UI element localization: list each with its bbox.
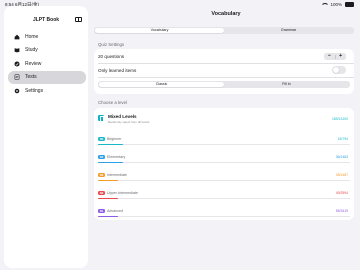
level-n1[interactable]: N1 Advanced 55/3419 xyxy=(94,206,354,220)
row-divider xyxy=(98,77,354,78)
test-icon xyxy=(14,74,20,80)
question-count-stepper: − + xyxy=(324,53,346,60)
level-name: Mixed Levels xyxy=(108,114,137,119)
level-progress-bar xyxy=(98,198,350,200)
level-n4[interactable]: N4 Elementary 36/1463 xyxy=(94,152,354,169)
mode-classic[interactable]: Classic xyxy=(99,82,224,87)
sidebar: JLPT Book Home Study Review Tests Settin… xyxy=(4,6,88,268)
row-divider xyxy=(98,63,354,64)
level-ratio: 189/13100 xyxy=(331,117,348,121)
level-name: Intermediate xyxy=(107,173,127,178)
increment-button[interactable]: + xyxy=(335,53,346,60)
choose-level-header: Choose a level xyxy=(98,100,128,105)
battery-percent: 100% xyxy=(330,2,342,7)
level-ratio: 36/1463 xyxy=(335,155,348,160)
house-icon xyxy=(14,34,20,40)
sidebar-item-tests[interactable]: Tests xyxy=(8,70,86,84)
sidebar-item-review[interactable]: Review xyxy=(8,57,86,70)
level-progress-bar xyxy=(98,162,350,164)
quiz-mode-segmented-control: Classic Fill in xyxy=(98,81,350,88)
level-ratio: 15/794 xyxy=(337,137,348,142)
sidebar-item-settings[interactable]: Settings xyxy=(8,84,86,97)
question-count-label: 20 questions xyxy=(98,54,125,59)
book-icon xyxy=(14,47,20,53)
tab-grammar[interactable]: Grammar xyxy=(224,28,353,33)
level-progress-fill xyxy=(98,162,124,164)
gear-icon xyxy=(14,88,20,94)
level-progress-fill xyxy=(98,216,119,218)
only-learned-row: Only learned items xyxy=(98,65,350,75)
sidebar-item-study[interactable]: Study xyxy=(8,44,86,57)
level-progress-bar xyxy=(98,216,350,218)
level-progress-fill xyxy=(98,144,124,146)
level-badge: N4 xyxy=(98,155,105,160)
mode-fill-in[interactable]: Fill in xyxy=(224,82,349,87)
level-mixed[interactable]: Mixed Levels Randomly select from all le… xyxy=(94,110,354,130)
sidebar-item-label: Review xyxy=(25,60,42,67)
status-right: 100% xyxy=(321,2,354,7)
level-badge: N5 xyxy=(98,137,105,142)
level-n2[interactable]: N2 Upper-Intermediate 49/2594 xyxy=(94,188,354,205)
level-list-card: Mixed Levels Randomly select from all le… xyxy=(94,108,354,220)
decrement-button[interactable]: − xyxy=(324,53,335,60)
level-name: Advanced xyxy=(107,209,123,214)
review-icon xyxy=(14,60,20,67)
level-ratio: 49/2594 xyxy=(335,191,348,196)
level-ratio: 28/1487 xyxy=(335,173,348,178)
sidebar-item-label: Home xyxy=(25,33,39,40)
level-name: Elementary xyxy=(107,155,126,160)
shuffle-cards-icon xyxy=(98,115,105,122)
level-ratio: 55/3419 xyxy=(335,209,348,214)
question-count-row: 20 questions − + xyxy=(98,52,350,61)
level-n3[interactable]: N3 Intermediate 28/1487 xyxy=(94,170,354,187)
sidebar-item-label: Study xyxy=(25,47,38,53)
level-badge: N1 xyxy=(98,209,105,214)
level-progress-fill xyxy=(98,180,119,182)
level-progress-bar xyxy=(98,144,350,146)
level-badge: N3 xyxy=(98,173,105,178)
wifi-icon xyxy=(321,2,330,7)
only-learned-label: Only learned items xyxy=(98,67,137,73)
sidebar-item-label: Tests xyxy=(25,74,37,80)
sidebar-item-home[interactable]: Home xyxy=(8,30,86,43)
level-subtitle: Randomly select from all levels xyxy=(108,120,150,124)
sidebar-item-label: Settings xyxy=(25,87,44,94)
level-badge: N2 xyxy=(98,191,105,196)
battery-icon xyxy=(345,2,354,7)
quiz-settings-header: Quiz Settings xyxy=(98,42,125,47)
page-title: Vocabulary xyxy=(211,11,241,17)
only-learned-toggle[interactable] xyxy=(332,66,346,74)
quiz-settings-card: 20 questions − + Only learned items Clas… xyxy=(94,49,354,94)
level-n5[interactable]: N5 Beginner 15/794 xyxy=(94,134,354,151)
tab-vocabulary[interactable]: Vocabulary xyxy=(95,28,224,33)
category-segmented-control: Vocabulary Grammar xyxy=(94,27,354,34)
level-name: Upper-Intermediate xyxy=(107,191,138,196)
sidebar-nav: Home Study Review Tests Settings xyxy=(8,30,86,98)
sidebar-toggle-icon[interactable] xyxy=(75,17,82,22)
level-progress-bar xyxy=(98,180,350,182)
level-name: Beginner xyxy=(107,137,122,142)
level-progress-fill xyxy=(98,198,119,200)
